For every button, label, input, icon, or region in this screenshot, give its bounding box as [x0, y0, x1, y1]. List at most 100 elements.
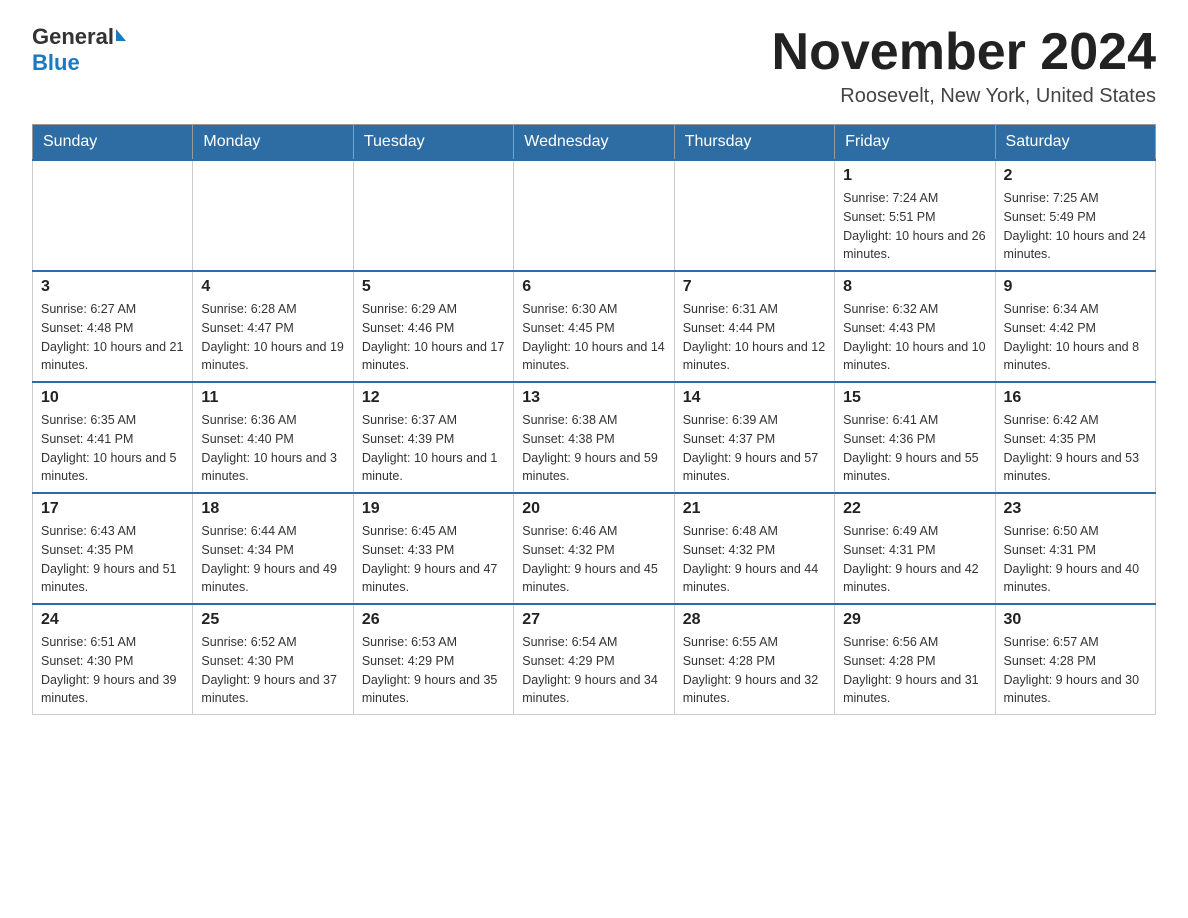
week-row-1: 3Sunrise: 6:27 AMSunset: 4:48 PMDaylight…: [33, 271, 1156, 382]
day-info: Sunrise: 6:39 AMSunset: 4:37 PMDaylight:…: [683, 411, 826, 486]
calendar-cell-3-1: 18 Sunrise: 6:44 AMSunset: 4:34 PMDayligh…: [193, 493, 353, 604]
calendar-cell-2-5: 15 Sunrise: 6:41 AMSunset: 4:36 PMDayligh…: [835, 382, 995, 493]
calendar-cell-2-2: 12 Sunrise: 6:37 AMSunset: 4:39 PMDayligh…: [353, 382, 513, 493]
day-number: 13: [522, 389, 665, 407]
month-title: November 2024: [772, 24, 1156, 81]
day-info: Sunrise: 6:29 AMSunset: 4:46 PMDaylight:…: [362, 300, 505, 375]
day-info: Sunrise: 6:37 AMSunset: 4:39 PMDaylight:…: [362, 411, 505, 486]
day-info: Sunrise: 6:43 AMSunset: 4:35 PMDaylight:…: [41, 522, 184, 597]
day-info: Sunrise: 6:30 AMSunset: 4:45 PMDaylight:…: [522, 300, 665, 375]
header-tuesday: Tuesday: [353, 125, 513, 161]
calendar-cell-3-2: 19 Sunrise: 6:45 AMSunset: 4:33 PMDayligh…: [353, 493, 513, 604]
logo: General Blue: [32, 24, 126, 76]
day-info: Sunrise: 6:41 AMSunset: 4:36 PMDaylight:…: [843, 411, 986, 486]
location-text: Roosevelt, New York, United States: [772, 85, 1156, 108]
day-info: Sunrise: 6:49 AMSunset: 4:31 PMDaylight:…: [843, 522, 986, 597]
day-number: 24: [41, 611, 184, 629]
day-number: 7: [683, 278, 826, 296]
calendar-cell-3-3: 20 Sunrise: 6:46 AMSunset: 4:32 PMDayligh…: [514, 493, 674, 604]
header-sunday: Sunday: [33, 125, 193, 161]
calendar-cell-4-0: 24Sunrise: 6:51 AMSunset: 4:30 PMDayligh…: [33, 604, 193, 715]
day-number: 22: [843, 500, 986, 518]
calendar-cell-0-3: [514, 160, 674, 271]
day-info: Sunrise: 6:55 AMSunset: 4:28 PMDaylight:…: [683, 633, 826, 708]
day-number: 4: [201, 278, 344, 296]
calendar-cell-4-6: 30Sunrise: 6:57 AMSunset: 4:28 PMDayligh…: [995, 604, 1155, 715]
calendar-cell-3-0: 17 Sunrise: 6:43 AMSunset: 4:35 PMDayligh…: [33, 493, 193, 604]
logo-blue-part: [114, 33, 126, 41]
header-saturday: Saturday: [995, 125, 1155, 161]
day-info: Sunrise: 6:28 AMSunset: 4:47 PMDaylight:…: [201, 300, 344, 375]
calendar-cell-1-2: 5 Sunrise: 6:29 AMSunset: 4:46 PMDaylight…: [353, 271, 513, 382]
calendar-cell-4-3: 27Sunrise: 6:54 AMSunset: 4:29 PMDayligh…: [514, 604, 674, 715]
calendar-cell-2-4: 14Sunrise: 6:39 AMSunset: 4:37 PMDayligh…: [674, 382, 834, 493]
week-row-3: 17 Sunrise: 6:43 AMSunset: 4:35 PMDayligh…: [33, 493, 1156, 604]
day-number: 23: [1004, 500, 1147, 518]
header-friday: Friday: [835, 125, 995, 161]
calendar-cell-3-5: 22 Sunrise: 6:49 AMSunset: 4:31 PMDayligh…: [835, 493, 995, 604]
calendar-cell-4-2: 26Sunrise: 6:53 AMSunset: 4:29 PMDayligh…: [353, 604, 513, 715]
calendar-cell-0-2: [353, 160, 513, 271]
day-info: Sunrise: 6:44 AMSunset: 4:34 PMDaylight:…: [201, 522, 344, 597]
calendar-cell-1-5: 8Sunrise: 6:32 AMSunset: 4:43 PMDaylight…: [835, 271, 995, 382]
day-info: Sunrise: 6:45 AMSunset: 4:33 PMDaylight:…: [362, 522, 505, 597]
day-number: 10: [41, 389, 184, 407]
calendar-header-row: Sunday Monday Tuesday Wednesday Thursday…: [33, 125, 1156, 161]
week-row-2: 10 Sunrise: 6:35 AMSunset: 4:41 PMDayligh…: [33, 382, 1156, 493]
day-number: 9: [1004, 278, 1147, 296]
calendar-cell-2-3: 13 Sunrise: 6:38 AMSunset: 4:38 PMDayligh…: [514, 382, 674, 493]
day-info: Sunrise: 6:48 AMSunset: 4:32 PMDaylight:…: [683, 522, 826, 597]
day-info: Sunrise: 7:24 AMSunset: 5:51 PMDaylight:…: [843, 189, 986, 264]
day-number: 20: [522, 500, 665, 518]
day-number: 15: [843, 389, 986, 407]
calendar-cell-2-1: 11 Sunrise: 6:36 AMSunset: 4:40 PMDayligh…: [193, 382, 353, 493]
day-number: 16: [1004, 389, 1147, 407]
day-info: Sunrise: 6:35 AMSunset: 4:41 PMDaylight:…: [41, 411, 184, 486]
day-info: Sunrise: 6:34 AMSunset: 4:42 PMDaylight:…: [1004, 300, 1147, 375]
day-info: Sunrise: 6:42 AMSunset: 4:35 PMDaylight:…: [1004, 411, 1147, 486]
logo-blue-text: Blue: [32, 50, 80, 76]
calendar-cell-3-6: 23Sunrise: 6:50 AMSunset: 4:31 PMDayligh…: [995, 493, 1155, 604]
day-number: 28: [683, 611, 826, 629]
calendar-cell-2-0: 10 Sunrise: 6:35 AMSunset: 4:41 PMDayligh…: [33, 382, 193, 493]
day-info: Sunrise: 6:46 AMSunset: 4:32 PMDaylight:…: [522, 522, 665, 597]
day-number: 1: [843, 167, 986, 185]
day-number: 2: [1004, 167, 1147, 185]
day-number: 27: [522, 611, 665, 629]
day-info: Sunrise: 6:31 AMSunset: 4:44 PMDaylight:…: [683, 300, 826, 375]
day-number: 29: [843, 611, 986, 629]
day-number: 21: [683, 500, 826, 518]
day-number: 8: [843, 278, 986, 296]
day-number: 18: [201, 500, 344, 518]
calendar-cell-4-1: 25 Sunrise: 6:52 AMSunset: 4:30 PMDayligh…: [193, 604, 353, 715]
day-info: Sunrise: 6:52 AMSunset: 4:30 PMDaylight:…: [201, 633, 344, 708]
header-wednesday: Wednesday: [514, 125, 674, 161]
header-thursday: Thursday: [674, 125, 834, 161]
calendar-cell-1-0: 3Sunrise: 6:27 AMSunset: 4:48 PMDaylight…: [33, 271, 193, 382]
page-header: General Blue November 2024 Roosevelt, Ne…: [32, 24, 1156, 108]
calendar-cell-4-4: 28 Sunrise: 6:55 AMSunset: 4:28 PMDayligh…: [674, 604, 834, 715]
logo-triangle-icon: [116, 29, 126, 41]
day-info: Sunrise: 6:36 AMSunset: 4:40 PMDaylight:…: [201, 411, 344, 486]
day-number: 6: [522, 278, 665, 296]
logo-general-text: General: [32, 24, 114, 50]
day-info: Sunrise: 7:25 AMSunset: 5:49 PMDaylight:…: [1004, 189, 1147, 264]
calendar-cell-2-6: 16 Sunrise: 6:42 AMSunset: 4:35 PMDayligh…: [995, 382, 1155, 493]
day-number: 17: [41, 500, 184, 518]
day-number: 30: [1004, 611, 1147, 629]
title-area: November 2024 Roosevelt, New York, Unite…: [772, 24, 1156, 108]
day-info: Sunrise: 6:38 AMSunset: 4:38 PMDaylight:…: [522, 411, 665, 486]
calendar-cell-1-3: 6 Sunrise: 6:30 AMSunset: 4:45 PMDaylight…: [514, 271, 674, 382]
calendar-cell-0-0: [33, 160, 193, 271]
day-number: 25: [201, 611, 344, 629]
day-number: 12: [362, 389, 505, 407]
day-info: Sunrise: 6:53 AMSunset: 4:29 PMDaylight:…: [362, 633, 505, 708]
day-number: 5: [362, 278, 505, 296]
calendar-cell-1-6: 9 Sunrise: 6:34 AMSunset: 4:42 PMDaylight…: [995, 271, 1155, 382]
day-number: 11: [201, 389, 344, 407]
calendar-cell-0-1: [193, 160, 353, 271]
week-row-0: 1 Sunrise: 7:24 AMSunset: 5:51 PMDaylight…: [33, 160, 1156, 271]
week-row-4: 24Sunrise: 6:51 AMSunset: 4:30 PMDayligh…: [33, 604, 1156, 715]
calendar-cell-1-4: 7 Sunrise: 6:31 AMSunset: 4:44 PMDaylight…: [674, 271, 834, 382]
day-number: 19: [362, 500, 505, 518]
